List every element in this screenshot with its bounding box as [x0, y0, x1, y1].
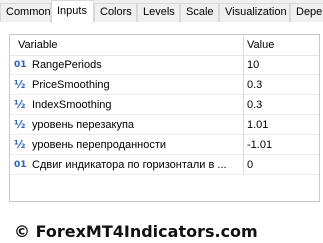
row-variable: Сдвиг индикатора по горизонтали в ...	[32, 159, 227, 171]
row-variable: уровень перезакупа	[32, 119, 135, 131]
tab-levels[interactable]: Levels	[137, 3, 180, 22]
tab-visualization[interactable]: Visualization	[219, 3, 290, 22]
table-row[interactable]: 01 RangePeriods 10	[10, 55, 319, 75]
tab-colors[interactable]: Colors	[94, 3, 137, 22]
table-row[interactable]: 01 Сдвиг индикатора по горизонтали в ...…	[10, 155, 319, 175]
inputs-table: Variable Value 01 RangePeriods 10 ½ Pric…	[9, 34, 320, 202]
row-variable: RangePeriods	[32, 59, 102, 71]
tab-inputs[interactable]: Inputs	[51, 0, 94, 23]
variable-column-header[interactable]: Variable	[10, 35, 242, 55]
tab-bar: Common Inputs Colors Levels Scale Visual…	[0, 0, 323, 23]
tab-scale[interactable]: Scale	[180, 3, 219, 22]
row-value[interactable]: 10	[243, 55, 319, 75]
watermark-text: © ForexMT4Indicators.com	[14, 222, 258, 241]
inputs-panel: Variable Value 01 RangePeriods 10 ½ Pric…	[0, 22, 323, 243]
table-row[interactable]: ½ PriceSmoothing 0.3	[10, 75, 319, 95]
row-value[interactable]: 0	[243, 155, 319, 175]
tab-common[interactable]: Common	[0, 3, 51, 22]
tab-dependencies[interactable]: Deper	[290, 3, 323, 22]
table-row[interactable]: ½ IndexSmoothing 0.3	[10, 95, 319, 115]
table-header: Variable Value	[10, 35, 319, 56]
table-row[interactable]: ½ уровень перепроданности -1.01	[10, 135, 319, 155]
value-column-header[interactable]: Value	[243, 35, 319, 55]
row-variable: IndexSmoothing	[32, 99, 112, 111]
row-value[interactable]: 0.3	[243, 75, 319, 95]
row-value[interactable]: -1.01	[243, 135, 319, 155]
row-value[interactable]: 0.3	[243, 95, 319, 115]
row-variable: уровень перепроданности	[32, 139, 167, 151]
row-value[interactable]: 1.01	[243, 115, 319, 135]
row-variable: PriceSmoothing	[32, 79, 110, 91]
table-row[interactable]: ½ уровень перезакупа 1.01	[10, 115, 319, 135]
